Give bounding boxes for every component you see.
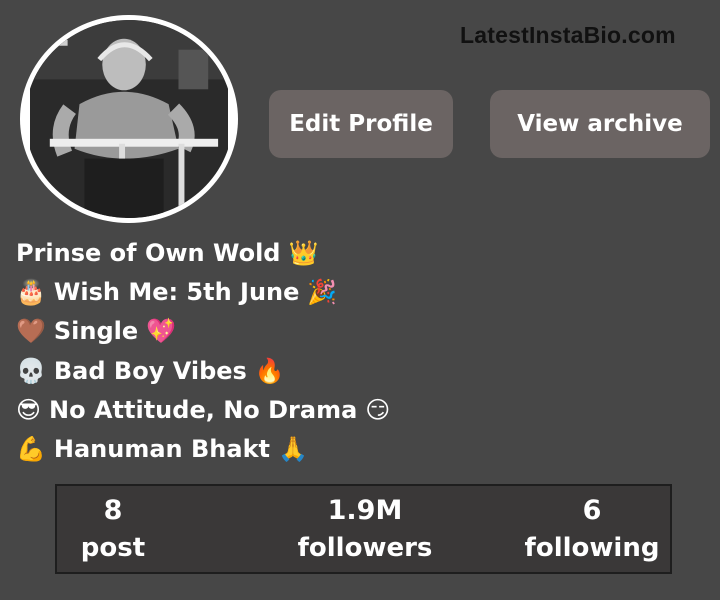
smirk-face-icon: 😏	[365, 395, 391, 424]
crown-icon: 👑	[288, 239, 319, 267]
posts-stat[interactable]: 8 post	[57, 492, 169, 566]
fire-icon: 🔥	[254, 356, 285, 385]
bio-line: 🤎 Single 💖	[16, 312, 616, 351]
stats-bar: 8 post 1.9M followers 6 following	[55, 484, 672, 574]
sparkling-heart-icon: 💖	[146, 317, 177, 346]
skull-icon: 💀	[16, 356, 46, 385]
bio-text: Wish Me: 5th June	[53, 278, 300, 307]
posts-label: post	[80, 533, 146, 563]
brown-heart-icon: 🤎	[16, 317, 46, 346]
view-archive-button[interactable]: View archive	[490, 90, 710, 158]
cake-icon: 🎂	[16, 278, 46, 307]
following-count: 6	[582, 495, 602, 526]
bio-line: 🎂 Wish Me: 5th June 🎉	[16, 273, 616, 312]
followers-label: followers	[297, 533, 433, 563]
following-stat[interactable]: 6 following	[512, 492, 672, 566]
bio-text: Bad Boy Vibes	[53, 356, 247, 385]
bio-line: 💪 Hanuman Bhakt 🙏	[16, 430, 616, 469]
bio-line: 💀 Bad Boy Vibes 🔥	[16, 352, 616, 391]
watermark-text: LatestInstaBio.com	[460, 22, 676, 48]
profile-avatar[interactable]	[20, 15, 238, 223]
bio-text: Prinse of Own Wold	[16, 239, 281, 267]
avatar-photo	[30, 20, 228, 218]
bio-section: Prinse of Own Wold 👑 🎂 Wish Me: 5th June…	[16, 234, 616, 469]
posts-count: 8	[103, 495, 123, 526]
folded-hands-icon: 🙏	[278, 434, 308, 463]
bio-text: Single	[53, 317, 139, 346]
bio-text: Hanuman Bhakt	[53, 434, 270, 463]
bio-line: 😎 No Attitude, No Drama 😏	[16, 391, 616, 430]
flexed-biceps-icon: 💪	[16, 434, 46, 463]
party-popper-icon: 🎉	[307, 278, 338, 307]
bio-text: No Attitude, No Drama	[49, 395, 358, 424]
edit-profile-button[interactable]: Edit Profile	[269, 90, 453, 158]
followers-count: 1.9M	[327, 495, 403, 526]
sunglasses-face-icon: 😎	[16, 395, 42, 424]
following-label: following	[524, 533, 660, 563]
bio-line: Prinse of Own Wold 👑	[16, 234, 616, 273]
followers-stat[interactable]: 1.9M followers	[285, 492, 445, 566]
